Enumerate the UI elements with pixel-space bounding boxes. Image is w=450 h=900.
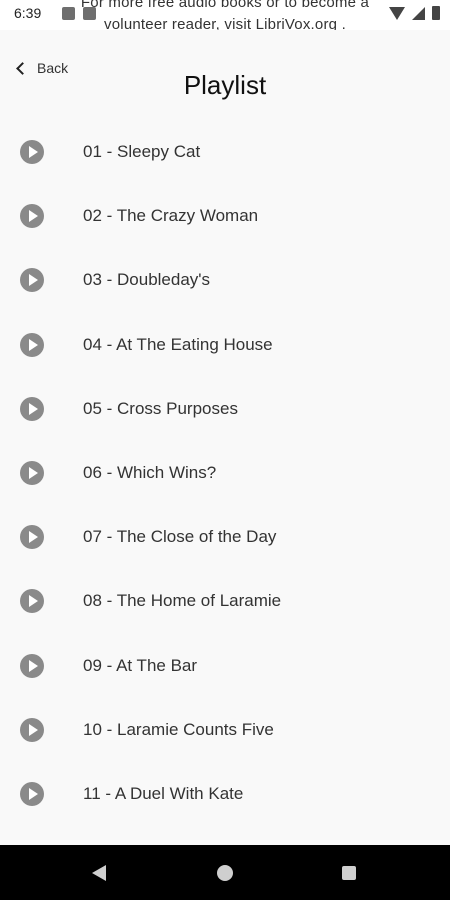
track-item[interactable]: 07 - The Close of the Day — [0, 505, 450, 569]
play-circle-icon[interactable] — [20, 653, 44, 678]
play-circle-icon[interactable] — [20, 781, 44, 806]
notification-icon — [83, 7, 96, 20]
page-title: Playlist — [183, 70, 267, 100]
wifi-icon — [389, 6, 405, 20]
play-circle-icon[interactable] — [20, 268, 44, 293]
system-icons — [389, 6, 440, 20]
track-item[interactable]: 04 - At The Eating House — [0, 313, 450, 377]
play-circle-icon[interactable] — [20, 332, 44, 357]
play-circle-icon[interactable] — [20, 525, 44, 550]
play-circle-icon[interactable] — [20, 461, 44, 486]
track-item[interactable]: 05 - Cross Purposes — [0, 377, 450, 441]
status-bar: For more free audio books or to become a… — [0, 0, 450, 30]
track-item[interactable]: 08 - The Home of Laramie — [0, 569, 450, 633]
track-title: 08 - The Home of Laramie — [83, 591, 282, 611]
nav-recents-icon[interactable] — [342, 866, 356, 880]
track-item[interactable]: 10 - Laramie Counts Five — [0, 698, 450, 762]
navigation-bar — [0, 845, 450, 900]
track-title: 05 - Cross Purposes — [83, 398, 238, 418]
notification-icons — [62, 7, 96, 20]
track-title: 10 - Laramie Counts Five — [83, 719, 274, 739]
track-item[interactable]: 06 - Which Wins? — [0, 441, 450, 505]
nav-back-icon[interactable] — [92, 865, 106, 881]
nav-home-icon[interactable] — [217, 865, 233, 881]
play-circle-icon[interactable] — [20, 717, 44, 742]
track-item[interactable]: 01 - Sleepy Cat — [0, 120, 450, 184]
playlist-screen: Back Playlist 01 - Sleepy Cat 02 - The C… — [0, 30, 450, 845]
track-title: 11 - A Duel With Kate — [83, 783, 244, 803]
status-time: 6:39 — [14, 5, 42, 21]
track-list: 01 - Sleepy Cat 02 - The Crazy Woman 03 … — [0, 120, 450, 826]
track-item[interactable]: 11 - A Duel With Kate — [0, 762, 450, 826]
play-circle-icon[interactable] — [20, 396, 44, 421]
signal-icon — [412, 6, 425, 20]
battery-icon — [432, 6, 440, 20]
settings-icon — [62, 7, 75, 20]
track-title: 03 - Doubleday's — [83, 270, 211, 290]
track-title: 01 - Sleepy Cat — [83, 142, 201, 162]
play-circle-icon[interactable] — [20, 204, 44, 229]
play-circle-icon[interactable] — [20, 140, 44, 165]
track-title: 09 - At The Bar — [83, 655, 198, 675]
track-item[interactable]: 02 - The Crazy Woman — [0, 184, 450, 248]
track-title: 02 - The Crazy Woman — [83, 206, 259, 226]
track-item[interactable]: 03 - Doubleday's — [0, 248, 450, 312]
track-item[interactable]: 09 - At The Bar — [0, 634, 450, 698]
track-title: 06 - Which Wins? — [83, 463, 217, 483]
track-title: 07 - The Close of the Day — [83, 527, 277, 547]
play-circle-icon[interactable] — [20, 589, 44, 614]
track-title: 04 - At The Eating House — [83, 334, 273, 354]
